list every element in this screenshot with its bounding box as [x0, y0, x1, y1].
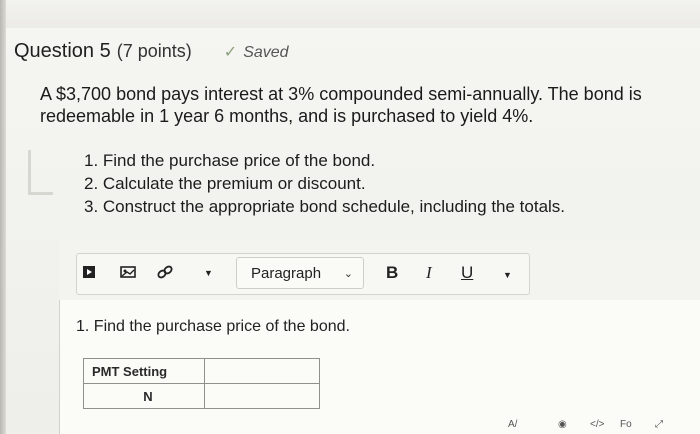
question-steps: 1. Find the purchase price of the bond. … [84, 149, 565, 218]
view-icon[interactable]: ◉ [558, 419, 567, 431]
paragraph-format-select[interactable]: Paragraph ⌄ [236, 257, 364, 289]
paragraph-format-value: Paragraph [251, 265, 322, 282]
pmt-table[interactable]: PMT Setting N [83, 358, 320, 409]
saved-label: Saved [243, 44, 289, 61]
table-row: PMT Setting [83, 358, 320, 384]
italic-button[interactable]: I [426, 263, 432, 283]
link-icon[interactable] [156, 264, 174, 283]
more-insert-dropdown-icon[interactable]: ▼ [204, 268, 213, 278]
question-header: Question 5 (7 points) ✓ Saved [14, 40, 289, 63]
font-icon[interactable]: Fo [620, 419, 632, 431]
question-points: (7 points) [116, 41, 192, 61]
editor-content-text: 1. Find the purchase price of the bond. [76, 318, 350, 335]
table-cell[interactable]: N [83, 383, 205, 409]
accessibility-icon[interactable]: A/ [508, 419, 517, 431]
question-title: Question 5 [14, 40, 111, 62]
table-cell[interactable] [204, 383, 320, 409]
step-item: 2. Calculate the premium or discount. [84, 174, 366, 193]
window-top-band [0, 0, 700, 28]
underline-button[interactable]: U [461, 263, 473, 283]
image-icon[interactable] [120, 265, 136, 282]
table-cell[interactable] [204, 358, 320, 384]
chevron-down-icon: ⌄ [343, 268, 353, 280]
bold-button[interactable]: B [386, 263, 398, 283]
saved-status: ✓ Saved [224, 42, 289, 62]
media-icon[interactable] [82, 265, 96, 282]
text-color-dropdown-icon[interactable]: ▼ [503, 270, 512, 280]
table-row: N [83, 383, 320, 409]
fullscreen-icon[interactable]: ⤢ [655, 419, 663, 431]
checkmark-icon: ✓ [223, 44, 238, 61]
step-item: 3. Construct the appropriate bond schedu… [84, 197, 566, 216]
question-prompt: A $3,700 bond pays interest at 3% compou… [40, 84, 642, 126]
background-mark [28, 150, 53, 195]
html-editor-icon[interactable]: </> [590, 419, 604, 431]
table-cell[interactable]: PMT Setting [83, 358, 205, 384]
step-item: 1. Find the purchase price of the bond. [84, 151, 376, 170]
left-border [0, 0, 6, 434]
